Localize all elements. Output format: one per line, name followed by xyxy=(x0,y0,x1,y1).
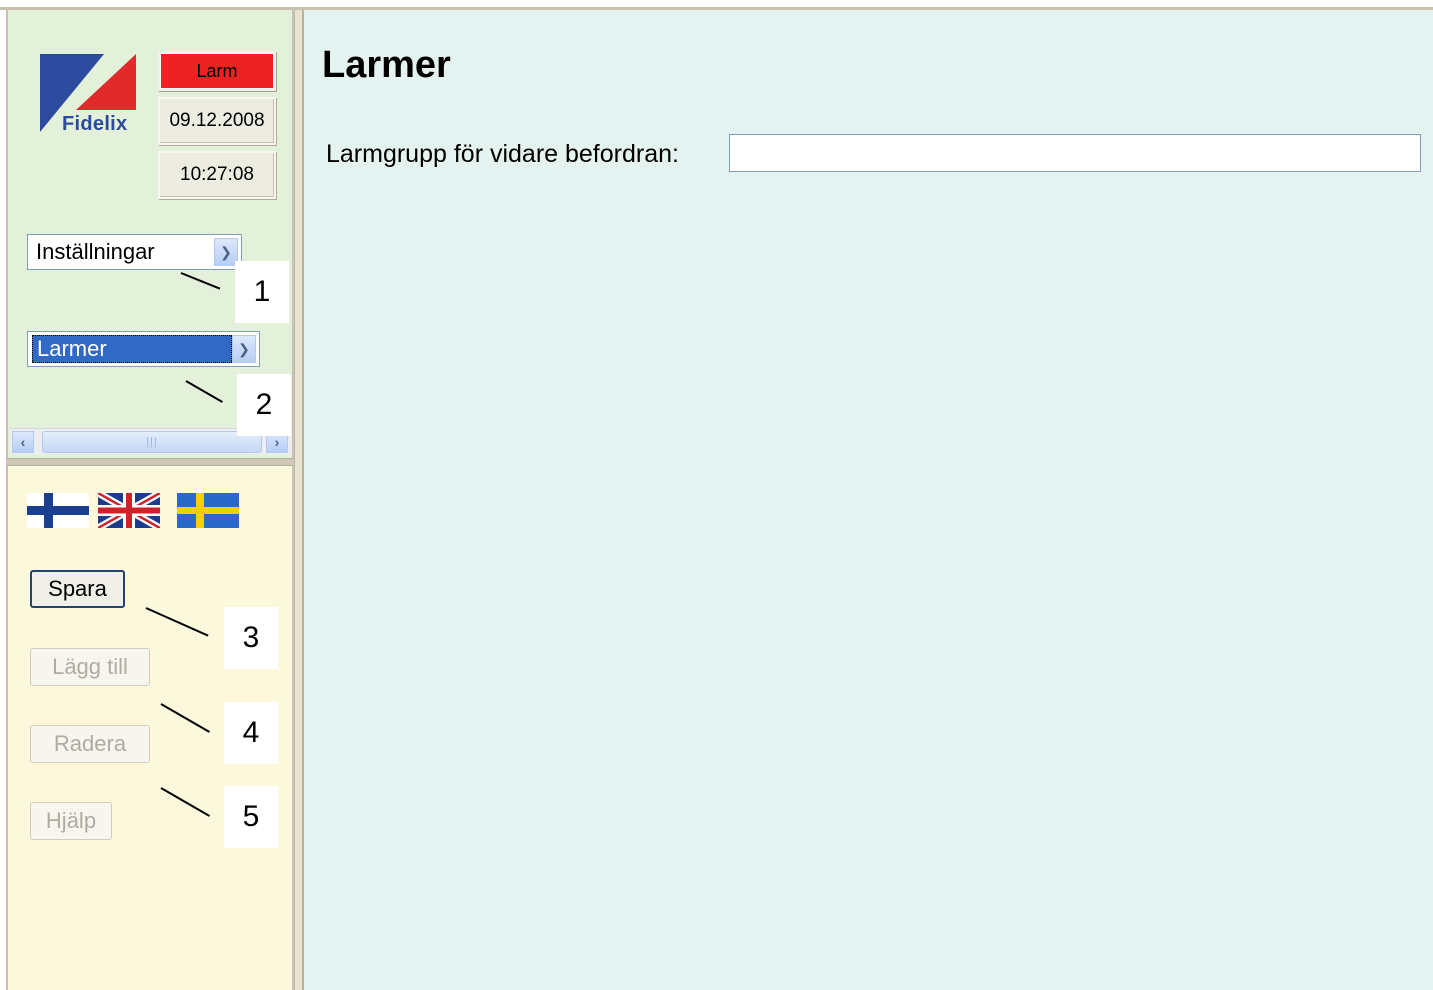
category-select-value: Inställningar xyxy=(36,239,155,264)
logo-text: Fidelix xyxy=(62,113,128,135)
callout-2: 2 xyxy=(237,374,291,436)
page-title: Larmer xyxy=(322,44,451,86)
callout-4: 4 xyxy=(224,702,278,764)
date-display: 09.12.2008 xyxy=(158,97,276,145)
page-select[interactable]: Larmer ❯ xyxy=(27,331,260,367)
category-select[interactable]: Inställningar ❯ xyxy=(27,234,242,270)
sweden-flag-icon[interactable] xyxy=(177,493,239,528)
time-display: 10:27:08 xyxy=(158,151,276,199)
page-select-value: Larmer xyxy=(32,335,232,363)
chevron-down-icon[interactable]: ❯ xyxy=(232,335,256,363)
add-button[interactable]: Lägg till xyxy=(30,648,150,686)
forward-group-label: Larmgrupp för vidare befordran: xyxy=(326,140,679,168)
uk-flag-icon[interactable] xyxy=(98,493,160,528)
callout-3: 3 xyxy=(224,607,278,669)
help-button[interactable]: Hjälp xyxy=(30,802,112,840)
finland-flag-icon[interactable] xyxy=(27,493,89,528)
scroll-left-icon[interactable]: ‹ xyxy=(12,431,34,453)
forward-group-input[interactable] xyxy=(729,134,1421,172)
scrollbar-thumb[interactable]: ||| xyxy=(42,431,262,453)
vertical-splitter[interactable] xyxy=(294,10,304,990)
alarm-button[interactable]: Larm xyxy=(158,51,276,91)
callout-1: 1 xyxy=(235,261,289,323)
panel-splitter[interactable] xyxy=(6,458,296,466)
window-top-border xyxy=(0,0,1433,10)
save-button[interactable]: Spara xyxy=(30,570,125,608)
callout-5: 5 xyxy=(224,786,278,848)
delete-button[interactable]: Radera xyxy=(30,725,150,763)
